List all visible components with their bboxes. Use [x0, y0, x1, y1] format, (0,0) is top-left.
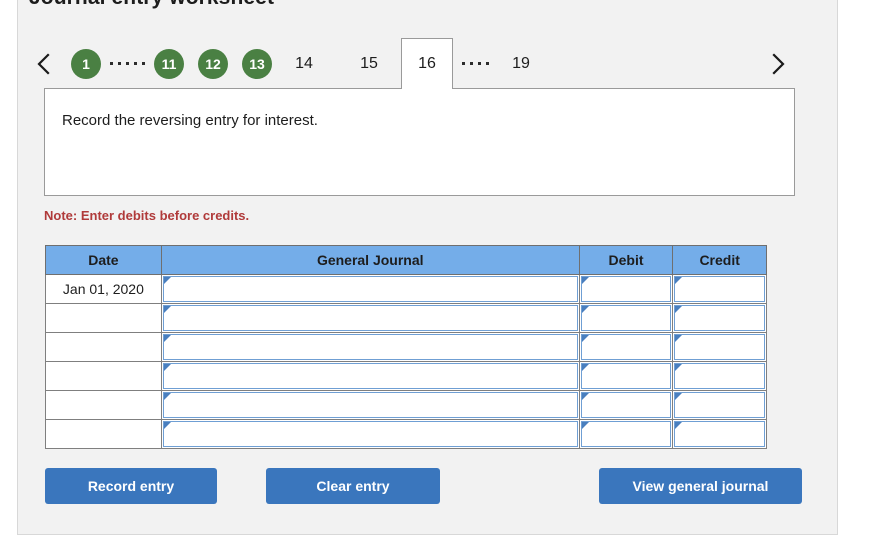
account-input[interactable] [162, 363, 578, 389]
tab-11[interactable]: 11 [154, 48, 184, 79]
account-cell[interactable] [160, 303, 580, 333]
table-row [45, 390, 767, 420]
date-cell[interactable] [45, 361, 162, 391]
tab-ellipsis-first [101, 44, 154, 84]
debit-cell[interactable] [578, 390, 674, 420]
credit-input[interactable] [674, 276, 765, 302]
debit-input[interactable] [580, 334, 672, 360]
credit-input[interactable] [674, 421, 765, 447]
clear-entry-button[interactable]: Clear entry [266, 468, 440, 504]
debit-input[interactable] [580, 392, 672, 418]
tab-14[interactable]: 14 [281, 41, 327, 86]
tab-13[interactable]: 13 [242, 48, 272, 79]
account-input[interactable] [162, 305, 578, 331]
tab-1[interactable]: 1 [71, 48, 101, 79]
chevron-right-icon[interactable] [761, 44, 795, 84]
chevron-left-icon[interactable] [27, 44, 61, 84]
debit-cell[interactable] [578, 274, 674, 304]
tab-ellipsis-second [453, 44, 498, 84]
account-input[interactable] [162, 334, 578, 360]
account-input[interactable] [162, 392, 578, 418]
debit-input[interactable] [580, 305, 672, 331]
tab-19[interactable]: 19 [498, 41, 544, 86]
page-title: Journal entry worksheet [29, 0, 274, 10]
date-cell[interactable] [45, 303, 162, 333]
credit-cell[interactable] [672, 390, 767, 420]
account-cell[interactable] [160, 361, 580, 391]
tab-16-active[interactable]: 16 [401, 38, 453, 89]
table-header-row: Date General Journal Debit Credit [45, 245, 767, 275]
tab-navigation: 1 11 12 13 14 15 16 19 [27, 38, 795, 89]
debit-input[interactable] [580, 363, 672, 389]
column-header-credit: Credit [672, 245, 767, 275]
general-journal-table: Date General Journal Debit Credit Jan 01… [45, 245, 767, 449]
debit-input[interactable] [580, 421, 672, 447]
credit-cell[interactable] [672, 303, 767, 333]
table-row [45, 419, 767, 449]
record-entry-button[interactable]: Record entry [45, 468, 217, 504]
debit-cell[interactable] [578, 419, 674, 449]
debit-cell[interactable] [578, 303, 674, 333]
table-row [45, 303, 767, 333]
column-header-date: Date [45, 245, 162, 275]
debit-cell[interactable] [578, 332, 674, 362]
account-input[interactable] [162, 421, 578, 447]
view-general-journal-button[interactable]: View general journal [599, 468, 802, 504]
credit-input[interactable] [674, 334, 765, 360]
column-header-debit: Debit [578, 245, 674, 275]
credit-input[interactable] [674, 305, 765, 331]
credit-cell[interactable] [672, 274, 767, 304]
date-cell[interactable] [45, 332, 162, 362]
account-cell[interactable] [160, 390, 580, 420]
debit-cell[interactable] [578, 361, 674, 391]
date-cell[interactable] [45, 390, 162, 420]
date-cell[interactable] [45, 419, 162, 449]
table-row [45, 361, 767, 391]
journal-entry-worksheet-page: Journal entry worksheet 1 11 12 13 14 15 [0, 0, 870, 535]
credit-input[interactable] [674, 363, 765, 389]
credit-cell[interactable] [672, 332, 767, 362]
table-row: Jan 01, 2020 [45, 274, 767, 304]
credit-cell[interactable] [672, 419, 767, 449]
account-input[interactable] [162, 276, 578, 302]
credit-input[interactable] [674, 392, 765, 418]
column-header-general-journal: General Journal [160, 245, 580, 275]
credit-cell[interactable] [672, 361, 767, 391]
tab-15[interactable]: 15 [346, 41, 392, 86]
date-cell[interactable]: Jan 01, 2020 [45, 274, 162, 304]
tab-12[interactable]: 12 [198, 48, 228, 79]
account-cell[interactable] [160, 419, 580, 449]
debits-before-credits-note: Note: Enter debits before credits. [44, 208, 250, 223]
table-row [45, 332, 767, 362]
account-cell[interactable] [160, 332, 580, 362]
instruction-text: Record the reversing entry for interest. [62, 112, 318, 129]
debit-input[interactable] [580, 276, 672, 302]
instruction-box: Record the reversing entry for interest. [44, 88, 795, 196]
account-cell[interactable] [160, 274, 580, 304]
